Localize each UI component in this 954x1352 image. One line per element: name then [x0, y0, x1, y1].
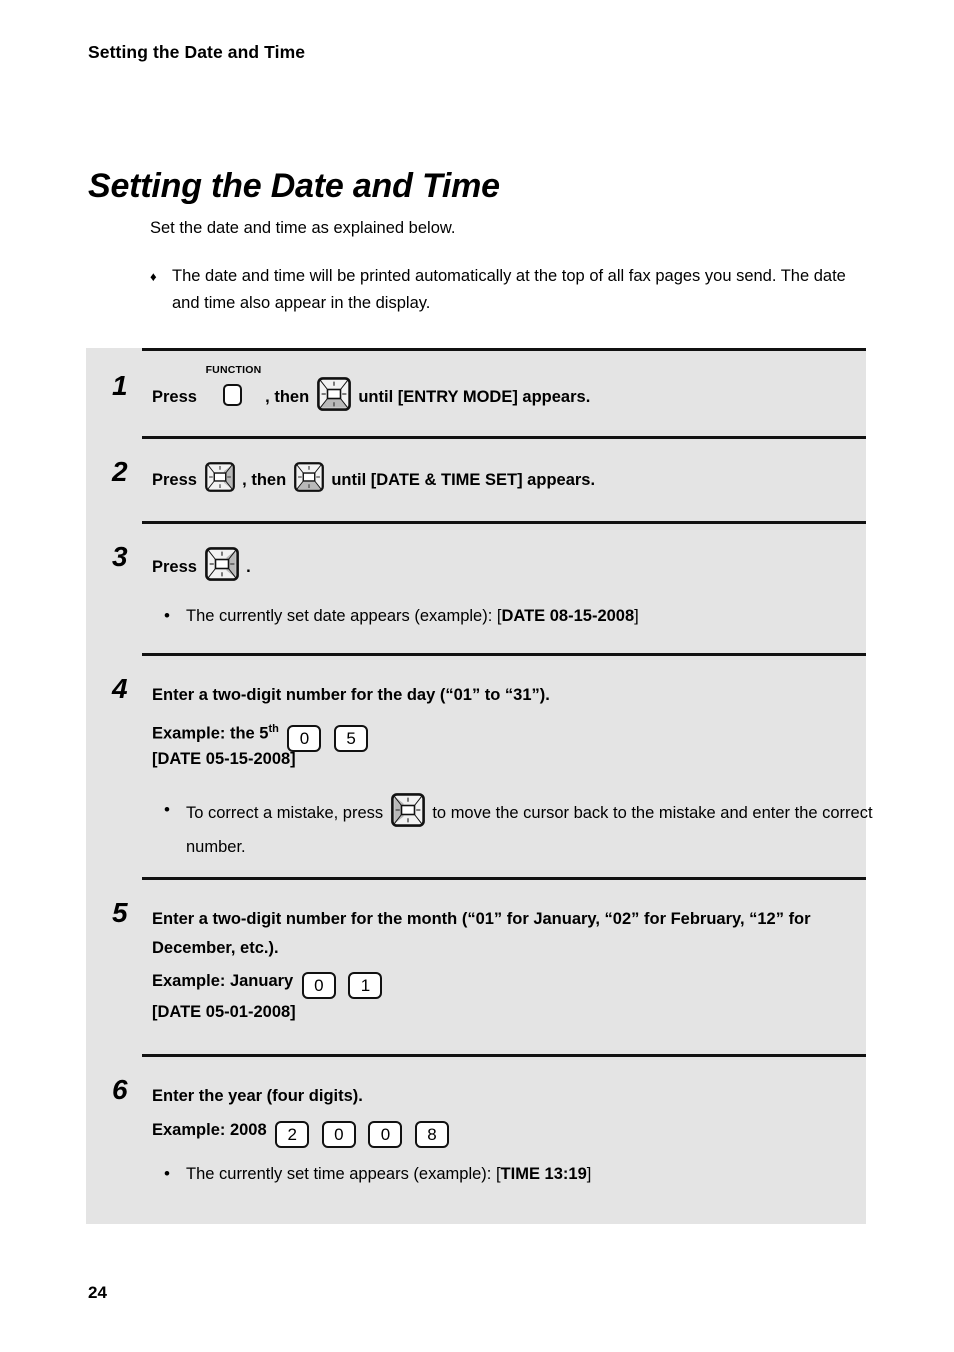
- down-arrow-key-icon[interactable]: [316, 377, 351, 411]
- step-2-separator: [142, 436, 866, 439]
- step-2-number: 2: [112, 456, 128, 487]
- step-5-result: [DATE 05-01-2008]: [152, 1003, 296, 1021]
- intro-lead-text: Set the date and time as explained below…: [150, 219, 456, 237]
- digit-key[interactable]: 1: [348, 972, 383, 999]
- step-3-period: .: [246, 558, 251, 576]
- left-arrow-key-icon[interactable]: [390, 793, 425, 827]
- step-3-press-label: Press: [152, 558, 197, 576]
- step-4: 4 Enter a two-digit number for the day (…: [86, 653, 873, 877]
- page-title: Setting the Date and Time: [88, 166, 500, 205]
- step-5-example-row: Example: January 0 1: [152, 967, 842, 999]
- step-1-then-label: , then: [265, 388, 310, 406]
- step-4-result: [DATE 05-15-2008]: [152, 750, 296, 768]
- step-6-bullet-pre: The currently set time appears (example)…: [186, 1165, 501, 1183]
- digit-key[interactable]: 0: [301, 972, 336, 999]
- running-header: Setting the Date and Time: [88, 42, 306, 62]
- step-1-number: 1: [112, 370, 128, 401]
- bullet-icon: •: [164, 800, 170, 819]
- step-6-bullet: • The currently set time appears (exampl…: [160, 1157, 886, 1191]
- step-4-bullet-pre: To correct a mistake, press: [186, 804, 384, 822]
- down-arrow-key-icon[interactable]: [293, 462, 324, 492]
- step-4-instruction: Enter a two-digit number for the day (“0…: [152, 686, 550, 704]
- step-1-press-label: Press: [152, 388, 197, 406]
- step-3: 3 Press . • The currently set date appea…: [86, 521, 866, 653]
- bullet-icon: •: [164, 1164, 170, 1183]
- steps-panel: 1 Press FUNCTION , then until [ENTRY MOD…: [86, 348, 873, 1224]
- digit-key[interactable]: 8: [415, 1121, 450, 1148]
- step-3-bullet: • The currently set date appears (exampl…: [160, 599, 886, 633]
- step-3-separator: [142, 521, 866, 524]
- step-2-then-label: , then: [242, 471, 287, 489]
- digit-key[interactable]: 0: [321, 1121, 356, 1148]
- step-5-example-label: Example: January: [152, 972, 294, 990]
- function-key-box: [222, 384, 242, 406]
- step-6-instruction: Enter the year (four digits).: [152, 1087, 363, 1105]
- right-arrow-key-icon[interactable]: [204, 547, 239, 581]
- step-4-example-label: Example: the 5: [152, 724, 269, 743]
- step-3-bullet-post: ]: [634, 607, 639, 625]
- step-4-example-ordinal: th: [268, 723, 279, 735]
- step-4-separator: [142, 653, 866, 656]
- intro-note-text: The date and time will be printed automa…: [172, 267, 846, 312]
- step-2-text: Press , then until [DATE & TIME SET] app…: [152, 462, 852, 495]
- function-key-icon[interactable]: FUNCTION: [206, 365, 261, 410]
- function-key-label: FUNCTION: [205, 364, 262, 376]
- step-5: 5 Enter a two-digit number for the month…: [86, 877, 866, 1054]
- step-4-bullet: • To correct a mistake, press to move th…: [160, 793, 886, 864]
- digit-key[interactable]: 2: [275, 1121, 310, 1148]
- page-number: 24: [88, 1283, 107, 1302]
- step-1-until-label: until [ENTRY MODE] appears.: [358, 388, 591, 406]
- step-3-bullet-pre: The currently set date appears (example)…: [186, 607, 502, 625]
- step-6-number: 6: [112, 1074, 128, 1105]
- step-3-text: Press .: [152, 547, 852, 582]
- step-6-separator: [142, 1054, 866, 1057]
- step-4-number: 4: [112, 673, 128, 704]
- step-6-example-label: Example: 2008: [152, 1121, 267, 1139]
- intro-block: Set the date and time as explained below…: [150, 216, 850, 317]
- step-6: 6 Enter the year (four digits). Example:…: [86, 1054, 866, 1224]
- diamond-bullet-icon: ♦: [150, 269, 157, 284]
- step-3-bullet-value: DATE 08-15-2008: [501, 607, 635, 625]
- step-1-text: Press FUNCTION , then until [ENTRY MODE]…: [152, 365, 852, 412]
- step-3-number: 3: [112, 541, 128, 572]
- digit-key[interactable]: 0: [368, 1121, 403, 1148]
- step-1-separator: [142, 348, 866, 351]
- intro-note-item: ♦ The date and time will be printed auto…: [150, 263, 862, 317]
- bullet-icon: •: [164, 606, 170, 625]
- step-5-number: 5: [112, 897, 128, 928]
- step-2: 2 Press , then until [DATE & TIME SET] a…: [86, 436, 866, 521]
- step-2-press-label: Press: [152, 471, 197, 489]
- step-6-bullet-post: ]: [586, 1165, 592, 1183]
- step-5-instruction: Enter a two-digit number for the month (…: [152, 910, 811, 957]
- step-2-until-label: until [DATE & TIME SET] appears.: [331, 471, 596, 489]
- step-1: 1 Press FUNCTION , then until [ENTRY MOD…: [86, 348, 866, 436]
- step-6-bullet-value: TIME 13:19: [500, 1165, 587, 1183]
- step-6-example-row: Example: 2008 2 0 0 8: [152, 1116, 842, 1148]
- right-arrow-key-icon[interactable]: [204, 462, 235, 492]
- step-5-separator: [142, 877, 866, 880]
